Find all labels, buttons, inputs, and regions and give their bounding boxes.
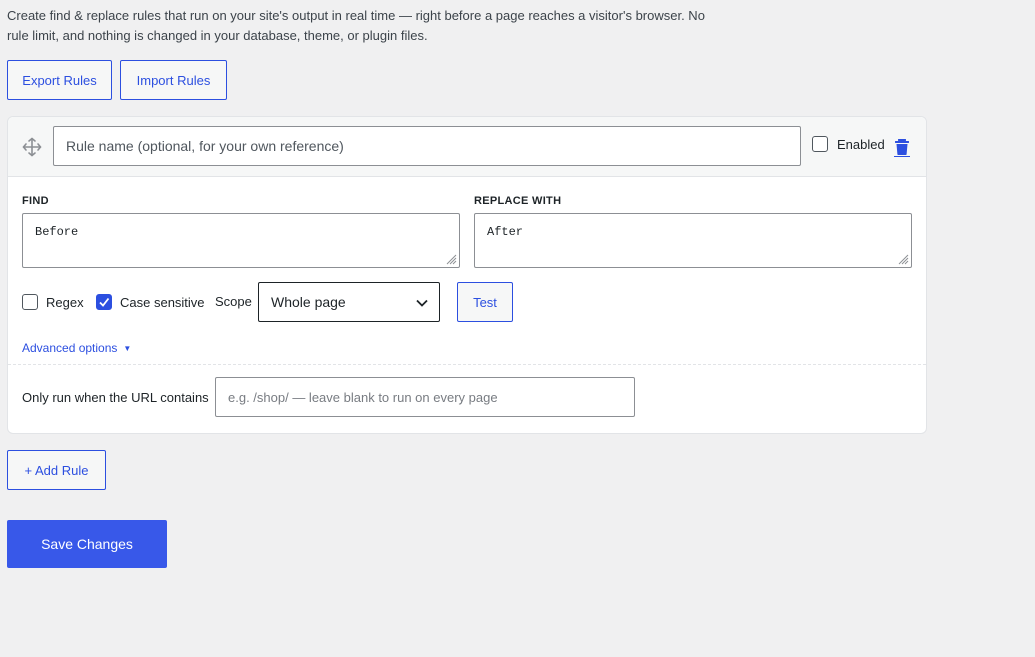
caret-down-icon: ▼ bbox=[123, 343, 132, 353]
chevron-down-icon bbox=[416, 299, 428, 307]
replace-label: REPLACE WITH bbox=[474, 195, 562, 207]
trash-icon[interactable] bbox=[892, 137, 912, 157]
page-description: Create find & replace rules that run on … bbox=[7, 8, 705, 43]
scope-value: Whole page bbox=[271, 294, 346, 310]
enabled-checkbox[interactable] bbox=[812, 136, 828, 152]
case-sensitive-checkbox[interactable] bbox=[96, 294, 112, 310]
regex-option[interactable]: Regex bbox=[22, 294, 84, 310]
regex-checkbox[interactable] bbox=[22, 294, 38, 310]
rule-card-header: Enabled bbox=[8, 117, 926, 177]
find-label: FIND bbox=[22, 195, 49, 207]
regex-label: Regex bbox=[46, 294, 84, 310]
case-sensitive-label: Case sensitive bbox=[120, 294, 205, 310]
url-filter-label: Only run when the URL contains bbox=[22, 390, 209, 405]
divider bbox=[8, 364, 926, 365]
checkmark-icon bbox=[99, 297, 110, 307]
enabled-label: Enabled bbox=[837, 136, 885, 152]
import-rules-button[interactable]: Import Rules bbox=[120, 60, 227, 100]
replace-textarea[interactable]: After bbox=[474, 213, 912, 268]
add-rule-button[interactable]: + Add Rule bbox=[7, 450, 106, 490]
url-filter-input[interactable] bbox=[215, 377, 635, 417]
rule-options: Regex Case sensitive Scope Whole page Te… bbox=[22, 282, 542, 322]
find-textarea[interactable]: Before bbox=[22, 213, 460, 268]
export-rules-button[interactable]: Export Rules bbox=[7, 60, 112, 100]
rule-name-input[interactable] bbox=[53, 126, 801, 166]
save-changes-button[interactable]: Save Changes bbox=[7, 520, 167, 568]
rule-card: Enabled FIND REPLACE WITH Before After R… bbox=[7, 116, 927, 434]
move-icon[interactable] bbox=[22, 137, 42, 157]
scope-select[interactable]: Whole page bbox=[258, 282, 440, 322]
test-button[interactable]: Test bbox=[457, 282, 513, 322]
case-sensitive-option[interactable]: Case sensitive bbox=[96, 294, 205, 310]
scope-label: Scope bbox=[215, 294, 252, 309]
advanced-options-label: Advanced options bbox=[22, 341, 118, 355]
enabled-toggle[interactable]: Enabled bbox=[812, 136, 885, 152]
advanced-options-toggle[interactable]: Advanced options ▼ bbox=[22, 341, 131, 355]
